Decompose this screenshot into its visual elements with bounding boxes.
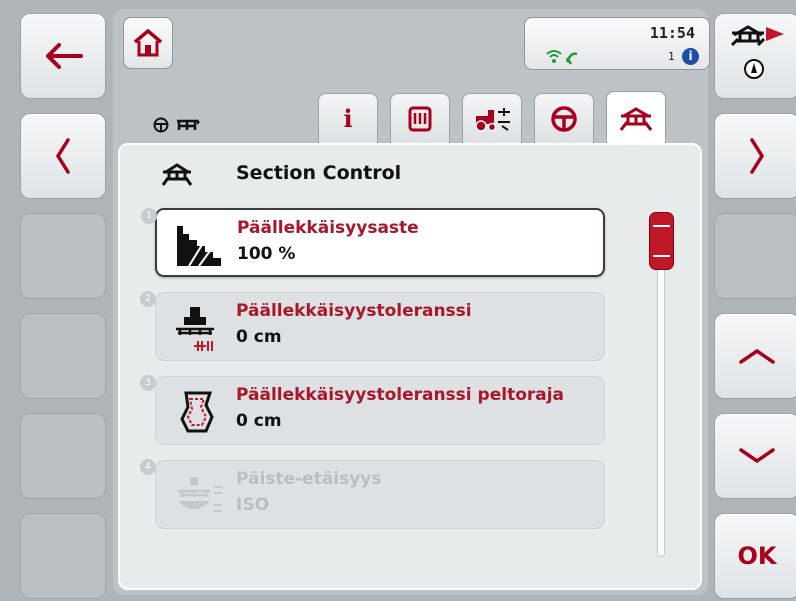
section-control-app-button[interactable] — [714, 13, 796, 99]
item-value: 0 cm — [236, 411, 282, 431]
notification-count: 1 — [668, 50, 675, 63]
list-item-overlap-tolerance[interactable]: 2 Päällekkäisyystoleranssi 0 cm — [140, 291, 605, 361]
item-value: 0 cm — [236, 327, 282, 347]
back-button[interactable] — [20, 13, 106, 99]
connectivity-icon — [545, 48, 579, 70]
item-number: 2 — [140, 291, 156, 307]
tab-section-control[interactable] — [606, 91, 666, 151]
item-value: 100 % — [237, 244, 296, 264]
softkey-left-5 — [20, 413, 106, 499]
item-title: Päällekkäisyystoleranssi — [236, 301, 472, 321]
info-icon[interactable]: i — [682, 48, 699, 65]
overlap-tolerance-icon — [176, 307, 214, 351]
field-border-tolerance-icon — [180, 391, 214, 433]
chevron-down-icon — [739, 448, 775, 464]
machine-data-icon — [408, 106, 432, 131]
tractor-settings-icon — [475, 107, 510, 132]
softkey-right-3 — [714, 213, 796, 299]
softkey-left-3 — [20, 213, 106, 299]
list-item-overlap-tolerance-field-border[interactable]: 3 Päällekkäisyystoleranssi peltoraja 0 c… — [140, 375, 605, 445]
steering-wheel-tab-icon — [551, 105, 577, 132]
item-value: ISO — [236, 495, 270, 515]
list-item-headland-distance: 4 Päiste-etäisyys ISO — [140, 459, 605, 529]
softkey-left-4 — [20, 313, 106, 399]
home-button[interactable] — [123, 17, 173, 69]
item-number: 3 — [140, 375, 156, 391]
tab-steering[interactable] — [534, 93, 594, 143]
next-tab-button[interactable] — [714, 113, 796, 199]
clock: 11:54 — [649, 24, 695, 42]
arrow-left-icon — [46, 43, 83, 69]
ok-button[interactable]: OK — [714, 513, 796, 599]
scroll-up-button[interactable] — [714, 313, 796, 399]
previous-tab-button[interactable] — [20, 113, 106, 199]
chevron-up-icon — [739, 348, 775, 364]
steering-wheel-icon — [153, 117, 169, 133]
scroll-down-button[interactable] — [714, 413, 796, 499]
tab-machine-data[interactable] — [390, 93, 450, 143]
home-icon — [133, 29, 163, 57]
section-control-app-icon — [730, 25, 784, 79]
tab-info[interactable]: i — [318, 93, 378, 143]
section-control-icon — [619, 106, 653, 131]
section-control-title-icon — [160, 163, 194, 193]
page-title: Section Control — [236, 162, 402, 184]
breadcrumb — [153, 117, 201, 133]
item-title: Päiste-etäisyys — [236, 469, 382, 489]
softkey-left-6 — [20, 513, 106, 599]
item-title: Päällekkäisyystoleranssi peltoraja — [236, 385, 565, 405]
headland-distance-icon — [178, 477, 222, 512]
item-title: Päällekkäisyysaste — [237, 218, 419, 238]
item-number: 4 — [140, 459, 156, 475]
scrollbar-thumb[interactable] — [649, 212, 674, 270]
info-tab-icon: i — [343, 104, 353, 133]
overlap-degree-icon — [177, 226, 221, 267]
tab-tractor-settings[interactable] — [462, 93, 522, 143]
status-bar: 11:54 1 i — [524, 17, 710, 70]
list-item-overlap-degree[interactable]: 1 Päällekkäisyysaste 100 % — [141, 208, 605, 277]
implement-icon — [177, 119, 200, 130]
item-number: 1 — [141, 208, 157, 224]
chevron-right-icon — [750, 138, 765, 174]
chevron-left-icon — [55, 138, 70, 174]
ok-label: OK — [737, 542, 777, 570]
